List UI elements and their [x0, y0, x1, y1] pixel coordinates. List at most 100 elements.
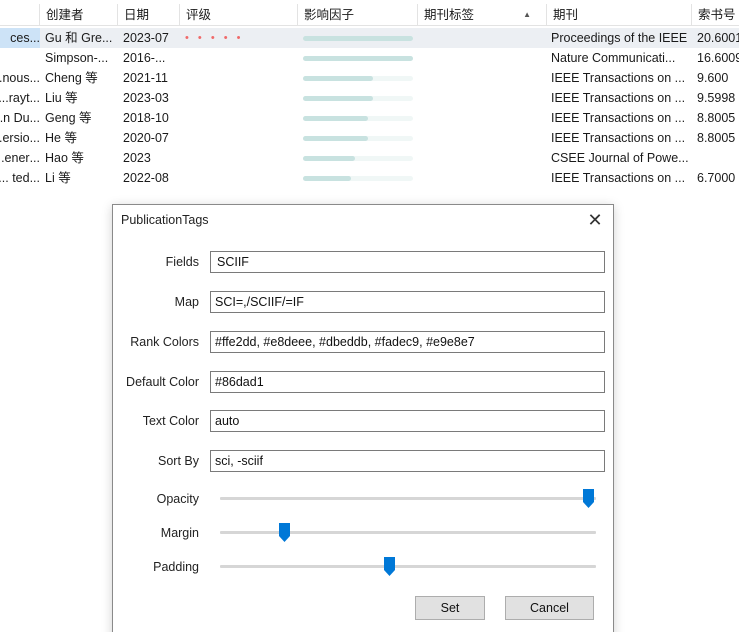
- impact-bar-track: [303, 76, 413, 81]
- field-row-map: Map: [113, 291, 613, 313]
- sort-by-label: Sort By: [158, 454, 199, 468]
- column-header-call-number[interactable]: 索书号: [691, 4, 739, 26]
- padding-slider-thumb[interactable]: [384, 557, 395, 576]
- impact-bar-fill: [303, 176, 351, 181]
- table-row[interactable]: ...n Du... Geng 等 2018-10 IEEE Transactions…: [0, 108, 739, 128]
- column-header-journal-tags[interactable]: 期刊标签 ▲: [417, 4, 547, 26]
- impact-bar-track: [303, 56, 413, 61]
- margin-label: Margin: [160, 526, 199, 540]
- cell-journal: CSEE Journal of Powe...: [551, 151, 689, 165]
- cell-call-number: 9.5998: [697, 91, 736, 105]
- cell-title: ...ener...: [0, 151, 40, 165]
- cell-creator: He 等: [45, 131, 77, 145]
- cell-creator: Hao 等: [45, 151, 84, 165]
- cell-creator: Liu 等: [45, 91, 78, 105]
- table-row[interactable]: ...rayt... Liu 等 2023-03 IEEE Transactions …: [0, 88, 739, 108]
- dialog-title: PublicationTags: [121, 213, 209, 227]
- table-row[interactable]: Simpson-... 2016-... Nature Communicati...…: [0, 48, 739, 68]
- cell-impact-factor: [297, 68, 417, 88]
- rank-colors-label: Rank Colors: [130, 335, 199, 349]
- cell-title: ...rayt...: [0, 91, 40, 105]
- impact-bar-fill: [303, 56, 413, 61]
- cell-rating: [179, 48, 297, 68]
- cell-journal-tags: [417, 48, 547, 68]
- padding-label: Padding: [153, 560, 199, 574]
- impact-bar-track: [303, 156, 413, 161]
- cell-call-number: 6.7000: [697, 171, 736, 185]
- table-header: 创建者 日期 评级 影响因子 期刊标签 ▲ 期刊 索书号: [0, 4, 739, 26]
- opacity-slider-thumb[interactable]: [583, 489, 594, 508]
- impact-bar-fill: [303, 76, 373, 81]
- slider-row-margin: Margin: [113, 522, 613, 544]
- close-icon[interactable]: ✕: [585, 209, 605, 231]
- table-row[interactable]: ...ener... Hao 等 2023 CSEE Journal of Powe.…: [0, 148, 739, 168]
- text-color-label: Text Color: [142, 414, 199, 428]
- set-button[interactable]: Set: [415, 596, 485, 620]
- cell-journal-tags: [417, 168, 547, 188]
- default-color-input[interactable]: [210, 371, 605, 393]
- cell-impact-factor: [297, 148, 417, 168]
- table-row[interactable]: ...ersio... He 等 2020-07 IEEE Transactions …: [0, 128, 739, 148]
- sort-by-input[interactable]: [210, 450, 605, 472]
- cell-date: 2022-08: [123, 171, 169, 185]
- cell-creator: Gu 和 Gre...: [45, 31, 113, 45]
- publication-tags-dialog: PublicationTags ✕ Fields Map Rank Colors…: [112, 204, 614, 632]
- fields-input[interactable]: [210, 251, 605, 273]
- cell-journal-tags: [417, 108, 547, 128]
- cell-journal-tags: [417, 88, 547, 108]
- table-row[interactable]: ...ces Gu 和 Gre... 2023-07 • • • • • Proceed…: [0, 28, 739, 48]
- field-row-default-color: Default Color: [113, 371, 613, 393]
- cell-journal: IEEE Transactions on ...: [551, 71, 686, 85]
- cell-impact-factor: [297, 168, 417, 188]
- text-color-input[interactable]: [210, 410, 605, 432]
- table-row[interactable]: ...nous... Cheng 等 2021-11 IEEE Transaction…: [0, 68, 739, 88]
- column-header-title[interactable]: [0, 4, 39, 26]
- field-row-fields: Fields: [113, 251, 613, 273]
- margin-slider-track: [220, 531, 596, 534]
- opacity-slider[interactable]: [220, 488, 596, 510]
- cancel-button[interactable]: Cancel: [505, 596, 594, 620]
- opacity-slider-track: [220, 497, 596, 500]
- cell-impact-factor: [297, 128, 417, 148]
- cell-creator: Simpson-...: [45, 51, 109, 65]
- cell-impact-factor: [297, 28, 417, 48]
- field-row-rank-colors: Rank Colors: [113, 331, 613, 353]
- field-row-text-color: Text Color: [113, 410, 613, 432]
- cell-journal: IEEE Transactions on ...: [551, 131, 686, 145]
- margin-slider-thumb[interactable]: [279, 523, 290, 542]
- column-header-creator[interactable]: 创建者: [39, 4, 117, 26]
- cell-title: [0, 48, 40, 68]
- cell-impact-factor: [297, 108, 417, 128]
- cell-rating: [179, 68, 297, 88]
- cell-call-number: 8.8005: [697, 131, 736, 145]
- cell-journal: Proceedings of the IEEE: [551, 31, 688, 45]
- cell-title: ...ces: [0, 28, 40, 48]
- cell-rating: [179, 148, 297, 168]
- impact-bar-fill: [303, 136, 368, 141]
- cell-date: 2023: [123, 151, 151, 165]
- column-header-impact-factor[interactable]: 影响因子: [297, 4, 417, 26]
- column-header-journal[interactable]: 期刊: [546, 4, 692, 26]
- padding-slider[interactable]: [220, 556, 596, 578]
- column-header-date[interactable]: 日期: [117, 4, 179, 26]
- cell-rating: [179, 128, 297, 148]
- cell-call-number: 20.6001: [697, 31, 739, 45]
- impact-bar-track: [303, 96, 413, 101]
- column-header-rating[interactable]: 评级: [179, 4, 297, 26]
- margin-slider[interactable]: [220, 522, 596, 544]
- cell-rating: [179, 108, 297, 128]
- cell-journal-tags: [417, 68, 547, 88]
- impact-bar-track: [303, 176, 413, 181]
- cell-creator: Li 等: [45, 171, 71, 185]
- cell-date: 2020-07: [123, 131, 169, 145]
- cell-date: 2023-07: [123, 31, 169, 45]
- cell-rating: [179, 168, 297, 188]
- impact-bar-fill: [303, 96, 373, 101]
- rank-colors-input[interactable]: [210, 331, 605, 353]
- slider-row-padding: Padding: [113, 556, 613, 578]
- column-header-journal-tags-label: 期刊标签: [424, 8, 475, 22]
- cell-date: 2021-11: [123, 71, 168, 85]
- map-input[interactable]: [210, 291, 605, 313]
- table-row[interactable]: ...ted ... Li 等 2022-08 IEEE Transactions o…: [0, 168, 739, 188]
- cell-journal: IEEE Transactions on ...: [551, 171, 686, 185]
